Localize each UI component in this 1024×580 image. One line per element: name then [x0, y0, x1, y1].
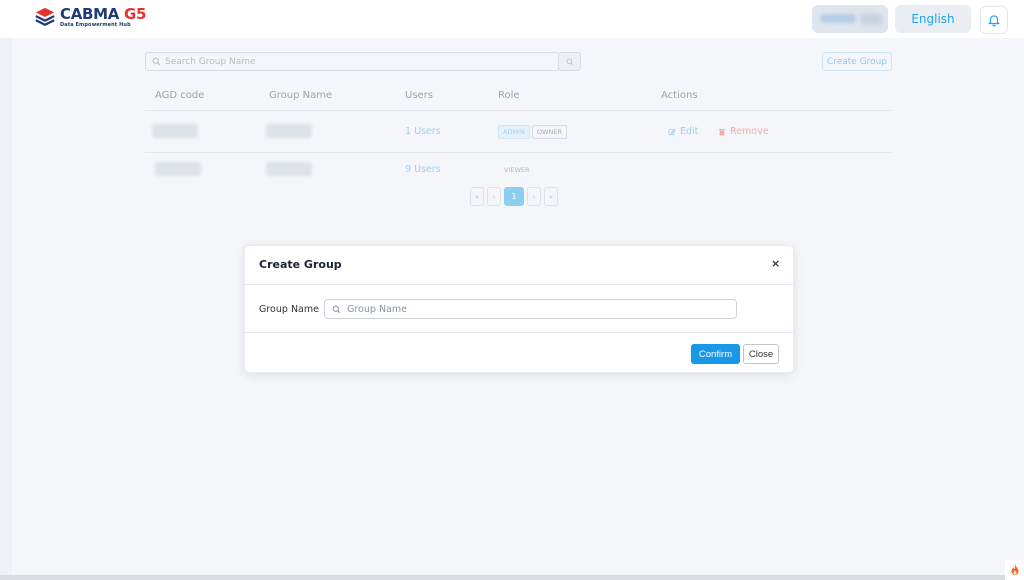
- role-badge-admin: ADMIN: [498, 125, 530, 139]
- user-name-redacted: [820, 14, 856, 23]
- modal-divider: [245, 332, 793, 333]
- notifications-button[interactable]: [980, 6, 1008, 34]
- column-header-actions: Actions: [661, 90, 698, 101]
- edit-button[interactable]: Edit: [668, 126, 698, 137]
- flame-icon: [1011, 564, 1018, 575]
- group-name-field[interactable]: Group Name: [324, 299, 737, 319]
- close-button[interactable]: Close: [743, 344, 779, 364]
- language-button[interactable]: English: [895, 5, 971, 33]
- group-name-placeholder: Group Name: [347, 303, 407, 315]
- users-link[interactable]: 9 Users: [405, 164, 441, 175]
- next-page-button[interactable]: ›: [527, 187, 541, 206]
- table-divider: [145, 110, 892, 111]
- remove-button[interactable]: Remove: [718, 126, 769, 137]
- search-placeholder: Search Group Name: [165, 56, 256, 67]
- user-avatar-redacted: [860, 13, 882, 25]
- column-header-group-name[interactable]: Group Name: [269, 90, 332, 101]
- users-link[interactable]: 1 Users: [405, 126, 441, 137]
- modal-divider: [245, 284, 793, 285]
- agd-code-redacted: [155, 162, 201, 176]
- column-header-users[interactable]: Users: [405, 90, 433, 101]
- group-name-label: Group Name: [259, 304, 319, 315]
- table-divider: [145, 152, 892, 153]
- search-icon: [152, 57, 161, 66]
- column-header-role[interactable]: Role: [498, 90, 520, 101]
- search-icon: [566, 58, 573, 65]
- app-logo[interactable]: CABMA G5 Data Empowerment Hub: [34, 6, 146, 28]
- role-badge-viewer: VIEWER: [504, 166, 530, 174]
- trash-icon: [719, 128, 725, 135]
- horizontal-scrollbar[interactable]: [0, 575, 1005, 580]
- create-group-button[interactable]: Create Group: [822, 52, 892, 71]
- last-page-button[interactable]: »: [544, 187, 558, 206]
- create-group-modal: Create Group × Group Name Group Name Con…: [244, 245, 794, 373]
- user-menu-button[interactable]: [812, 5, 888, 33]
- group-name-redacted: [266, 162, 312, 176]
- edit-icon: [668, 128, 676, 135]
- prev-page-button[interactable]: ‹: [487, 187, 501, 206]
- agd-code-redacted: [152, 124, 198, 138]
- role-badge-owner: OWNER: [532, 125, 568, 139]
- confirm-button[interactable]: Confirm: [691, 344, 740, 364]
- bell-icon: [987, 15, 1001, 27]
- logo-tagline: Data Empowerment Hub: [60, 21, 131, 28]
- first-page-button[interactable]: «: [470, 187, 484, 206]
- pagination: « ‹ 1 › »: [470, 187, 558, 206]
- modal-title: Create Group: [259, 258, 342, 271]
- layers-logo-icon: [35, 7, 55, 27]
- remove-label: Remove: [730, 126, 769, 137]
- modal-close-icon[interactable]: ×: [771, 257, 780, 270]
- column-header-agd-code[interactable]: AGD code: [155, 90, 204, 101]
- search-icon: [332, 305, 341, 313]
- app-header: CABMA G5 Data Empowerment Hub English: [0, 0, 1024, 38]
- group-search-input[interactable]: Search Group Name: [145, 52, 559, 71]
- logo-version: G5: [124, 4, 147, 23]
- search-button[interactable]: [558, 52, 581, 71]
- group-name-redacted: [266, 124, 312, 138]
- page-1-button[interactable]: 1: [504, 187, 524, 206]
- edit-label: Edit: [680, 126, 699, 137]
- logo-name: CABMA G5: [60, 4, 147, 23]
- fire-icon[interactable]: [1005, 560, 1024, 580]
